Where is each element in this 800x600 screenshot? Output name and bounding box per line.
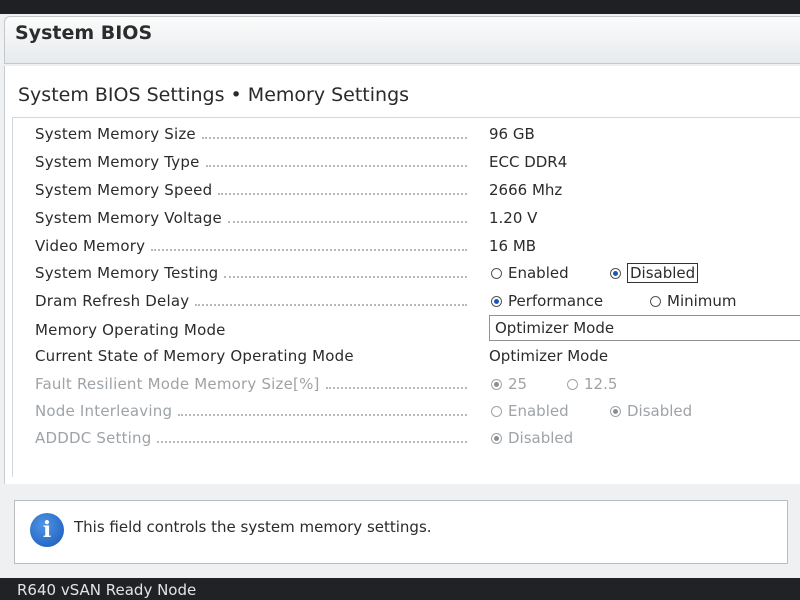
radio-label: Performance bbox=[508, 292, 604, 310]
radio-icon bbox=[491, 405, 502, 417]
breadcrumb: System BIOS Settings • Memory Settings bbox=[18, 84, 410, 106]
setting-label: System Memory Type bbox=[35, 153, 200, 171]
setting-label: System Memory Testing bbox=[35, 264, 219, 282]
memory-size-value: 96 GB bbox=[489, 125, 535, 143]
adddc-disabled-radio: Disabled bbox=[491, 425, 573, 451]
info-icon: i bbox=[30, 513, 64, 547]
setting-label: Node Interleaving bbox=[35, 402, 173, 420]
top-bezel bbox=[0, 0, 800, 14]
memory-speed-value: 2666 Mhz bbox=[489, 181, 563, 199]
radio-label: 25 bbox=[508, 375, 528, 393]
setting-label: ADDDC Setting bbox=[35, 429, 152, 447]
setting-label: Video Memory bbox=[35, 237, 146, 255]
memory-type-value: ECC DDR4 bbox=[489, 153, 568, 171]
radio-selected-icon bbox=[491, 378, 502, 390]
memory-testing-disabled-radio[interactable]: Disabled bbox=[610, 260, 699, 286]
setting-row-memory-size: System Memory Size 96 GB bbox=[0, 121, 800, 147]
dram-refresh-performance-radio[interactable]: Performance bbox=[491, 288, 603, 314]
setting-row-current-mode: Current State of Memory Operating Mode O… bbox=[0, 343, 800, 369]
radio-icon bbox=[567, 378, 578, 390]
setting-row-dram-refresh: Dram Refresh Delay Performance Minimum bbox=[0, 288, 800, 314]
fault-resilient-12-5-radio: 12.5 bbox=[567, 371, 617, 397]
setting-row-adddc: ADDDC Setting Disabled bbox=[0, 425, 800, 451]
setting-label: Dram Refresh Delay bbox=[35, 292, 190, 310]
radio-label: 12.5 bbox=[584, 375, 618, 393]
system-model-label: R640 vSAN Ready Node bbox=[17, 581, 197, 599]
operating-mode-selected-value: Optimizer Mode bbox=[495, 319, 615, 337]
radio-label: Enabled bbox=[508, 264, 569, 282]
help-text: This field controls the system memory se… bbox=[74, 518, 432, 536]
video-memory-value: 16 MB bbox=[489, 237, 537, 255]
setting-row-fault-resilient: Fault Resilient Mode Memory Size[%] 25 1… bbox=[0, 371, 800, 397]
setting-label: Current State of Memory Operating Mode bbox=[35, 347, 354, 365]
setting-row-node-interleaving: Node Interleaving Enabled Disabled bbox=[0, 398, 800, 424]
radio-label: Disabled bbox=[627, 263, 699, 283]
setting-label: Memory Operating Mode bbox=[35, 321, 226, 339]
memory-testing-enabled-radio[interactable]: Enabled bbox=[491, 260, 569, 286]
radio-label: Minimum bbox=[667, 292, 737, 310]
setting-row-video-memory: Video Memory 16 MB bbox=[0, 233, 800, 259]
radio-label: Disabled bbox=[508, 429, 574, 447]
fault-resilient-25-radio: 25 bbox=[491, 371, 527, 397]
setting-row-memory-voltage: System Memory Voltage 1.20 V bbox=[0, 205, 800, 231]
setting-label: System Memory Voltage bbox=[35, 209, 222, 227]
node-interleaving-disabled-radio: Disabled bbox=[610, 398, 692, 424]
memory-voltage-value: 1.20 V bbox=[489, 209, 538, 227]
current-mode-value: Optimizer Mode bbox=[489, 347, 609, 365]
radio-label: Enabled bbox=[508, 402, 569, 420]
setting-label: Fault Resilient Mode Memory Size[%] bbox=[35, 375, 320, 393]
setting-row-memory-testing: System Memory Testing Enabled Disabled bbox=[0, 260, 800, 286]
radio-selected-icon bbox=[491, 295, 502, 307]
setting-row-memory-type: System Memory Type ECC DDR4 bbox=[0, 149, 800, 175]
radio-icon bbox=[491, 267, 502, 279]
radio-selected-icon bbox=[491, 432, 502, 444]
radio-icon bbox=[650, 295, 661, 307]
node-interleaving-enabled-radio: Enabled bbox=[491, 398, 569, 424]
radio-selected-icon bbox=[610, 405, 621, 417]
radio-label: Disabled bbox=[627, 402, 693, 420]
setting-row-operating-mode: Memory Operating Mode Optimizer Mode bbox=[0, 315, 800, 343]
radio-selected-icon bbox=[610, 267, 621, 279]
page-title: System BIOS bbox=[15, 22, 153, 44]
dram-refresh-minimum-radio[interactable]: Minimum bbox=[650, 288, 737, 314]
setting-row-memory-speed: System Memory Speed 2666 Mhz bbox=[0, 177, 800, 203]
setting-label: System Memory Size bbox=[35, 125, 196, 143]
operating-mode-select[interactable]: Optimizer Mode bbox=[489, 315, 800, 341]
setting-label: System Memory Speed bbox=[35, 181, 213, 199]
